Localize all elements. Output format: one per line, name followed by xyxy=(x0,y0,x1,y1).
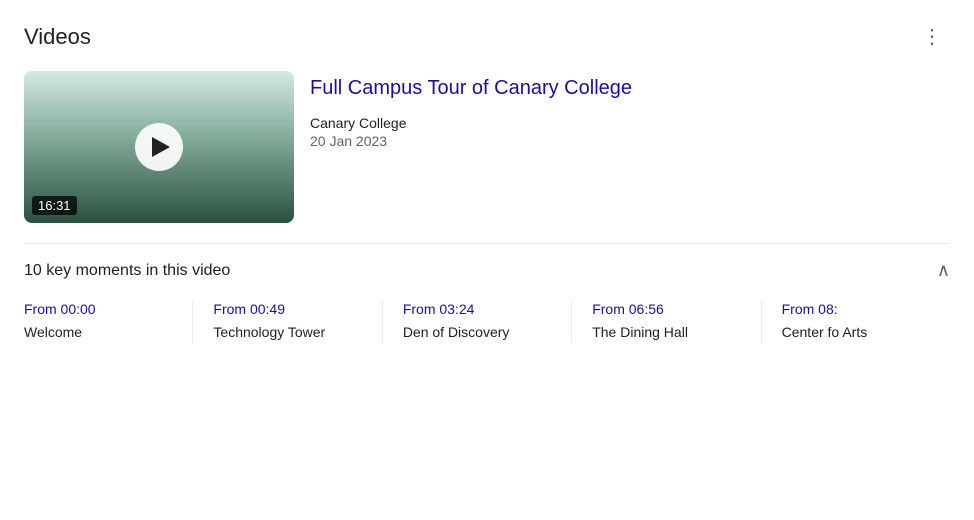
more-options-icon[interactable]: ⋮ xyxy=(914,20,950,53)
video-date: 20 Jan 2023 xyxy=(310,133,632,149)
video-card: 16:31 Full Campus Tour of Canary College… xyxy=(24,71,950,223)
moment-label: The Dining Hall xyxy=(592,323,740,343)
video-source: Canary College xyxy=(310,115,632,131)
moment-item: From 03:24 Den of Discovery xyxy=(403,301,572,343)
moment-label: Center fo Arts xyxy=(782,323,930,343)
moments-grid: From 00:00 Welcome From 00:49 Technology To… xyxy=(24,301,950,343)
moment-label: Welcome xyxy=(24,323,172,343)
moment-timestamp[interactable]: From 06:56 xyxy=(592,301,740,317)
video-thumbnail[interactable]: 16:31 xyxy=(24,71,294,223)
videos-header: Videos ⋮ xyxy=(24,20,950,53)
moment-timestamp[interactable]: From 03:24 xyxy=(403,301,551,317)
video-info: Full Campus Tour of Canary College Canar… xyxy=(310,71,632,223)
key-moments-header: 10 key moments in this video ∧ xyxy=(24,260,950,281)
moment-label: Technology Tower xyxy=(213,323,361,343)
key-moments-section: 10 key moments in this video ∧ From 00:0… xyxy=(24,243,950,343)
collapse-icon[interactable]: ∧ xyxy=(937,260,950,281)
moment-item: From 08: Center fo Arts xyxy=(782,301,950,343)
moment-item: From 06:56 The Dining Hall xyxy=(592,301,761,343)
moment-label: Den of Discovery xyxy=(403,323,551,343)
moment-item: From 00:49 Technology Tower xyxy=(213,301,382,343)
play-icon xyxy=(152,137,170,157)
moment-timestamp[interactable]: From 08: xyxy=(782,301,930,317)
duration-badge: 16:31 xyxy=(32,196,77,215)
page-title: Videos xyxy=(24,24,91,50)
moment-timestamp[interactable]: From 00:00 xyxy=(24,301,172,317)
key-moments-title: 10 key moments in this video xyxy=(24,262,230,280)
play-button[interactable] xyxy=(135,123,183,171)
moment-timestamp[interactable]: From 00:49 xyxy=(213,301,361,317)
moment-item: From 00:00 Welcome xyxy=(24,301,193,343)
video-title-link[interactable]: Full Campus Tour of Canary College xyxy=(310,75,632,101)
